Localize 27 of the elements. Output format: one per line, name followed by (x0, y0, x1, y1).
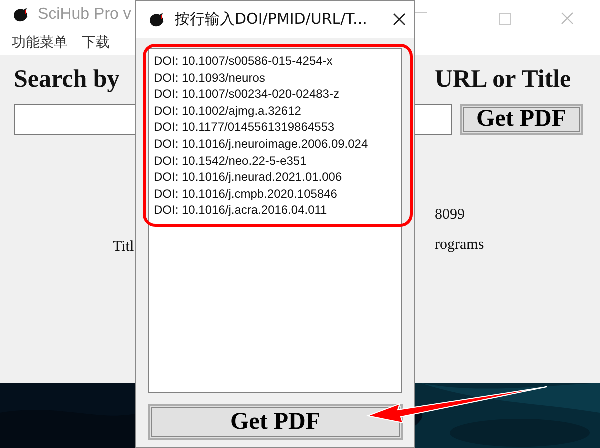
info-text: Titl (113, 239, 135, 256)
doi-line: DOI: 10.1007/s00586-015-4254-x (154, 53, 334, 70)
doi-line: DOI: 10.1093/neuros (154, 70, 266, 86)
doi-line: DOI: 10.1542/neo.22-5-e351 (154, 152, 308, 170)
window-title: SciHub Pro v (38, 6, 132, 24)
logo-icon (148, 12, 166, 28)
menu-item[interactable]: 功能菜单 (12, 34, 68, 52)
doi-line: DOI: 10.1016/j.cmpb.2020.105846 (154, 186, 338, 202)
get-pdf-button[interactable]: Get PDF (148, 404, 403, 440)
logo-icon (12, 7, 30, 23)
info-text: rograms (435, 237, 486, 254)
dialog-title: 按行输入DOI/PMID/URL/T... (175, 10, 368, 29)
search-heading: Search by (14, 66, 121, 94)
info-text: 8099 (435, 207, 466, 224)
search-field[interactable] (14, 104, 135, 135)
close-icon[interactable] (393, 13, 406, 26)
doi-input-field[interactable] (148, 48, 402, 393)
get-pdf-button[interactable]: Get PDF (460, 104, 583, 135)
doi-line: DOI: 10.1016/j.neurad.2021.01.006 (154, 169, 344, 186)
doi-line: DOI: 10.1016/j.neuroimage.2006.09.024 (154, 136, 370, 153)
doi-line: DOI: 10.1002/ajmg.a.32612 (154, 102, 302, 120)
doi-line: DOI: 10.1016/j.acra.2016.04.011 (154, 202, 328, 219)
search-field[interactable] (415, 104, 452, 135)
search-heading: URL or Title (435, 66, 572, 94)
menu-item[interactable]: 下载 (82, 34, 110, 52)
doi-line: DOI: 10.1177/0145561319864553 (154, 119, 336, 136)
doi-line: DOI: 10.1007/s00234-020-02483-z (154, 86, 340, 103)
